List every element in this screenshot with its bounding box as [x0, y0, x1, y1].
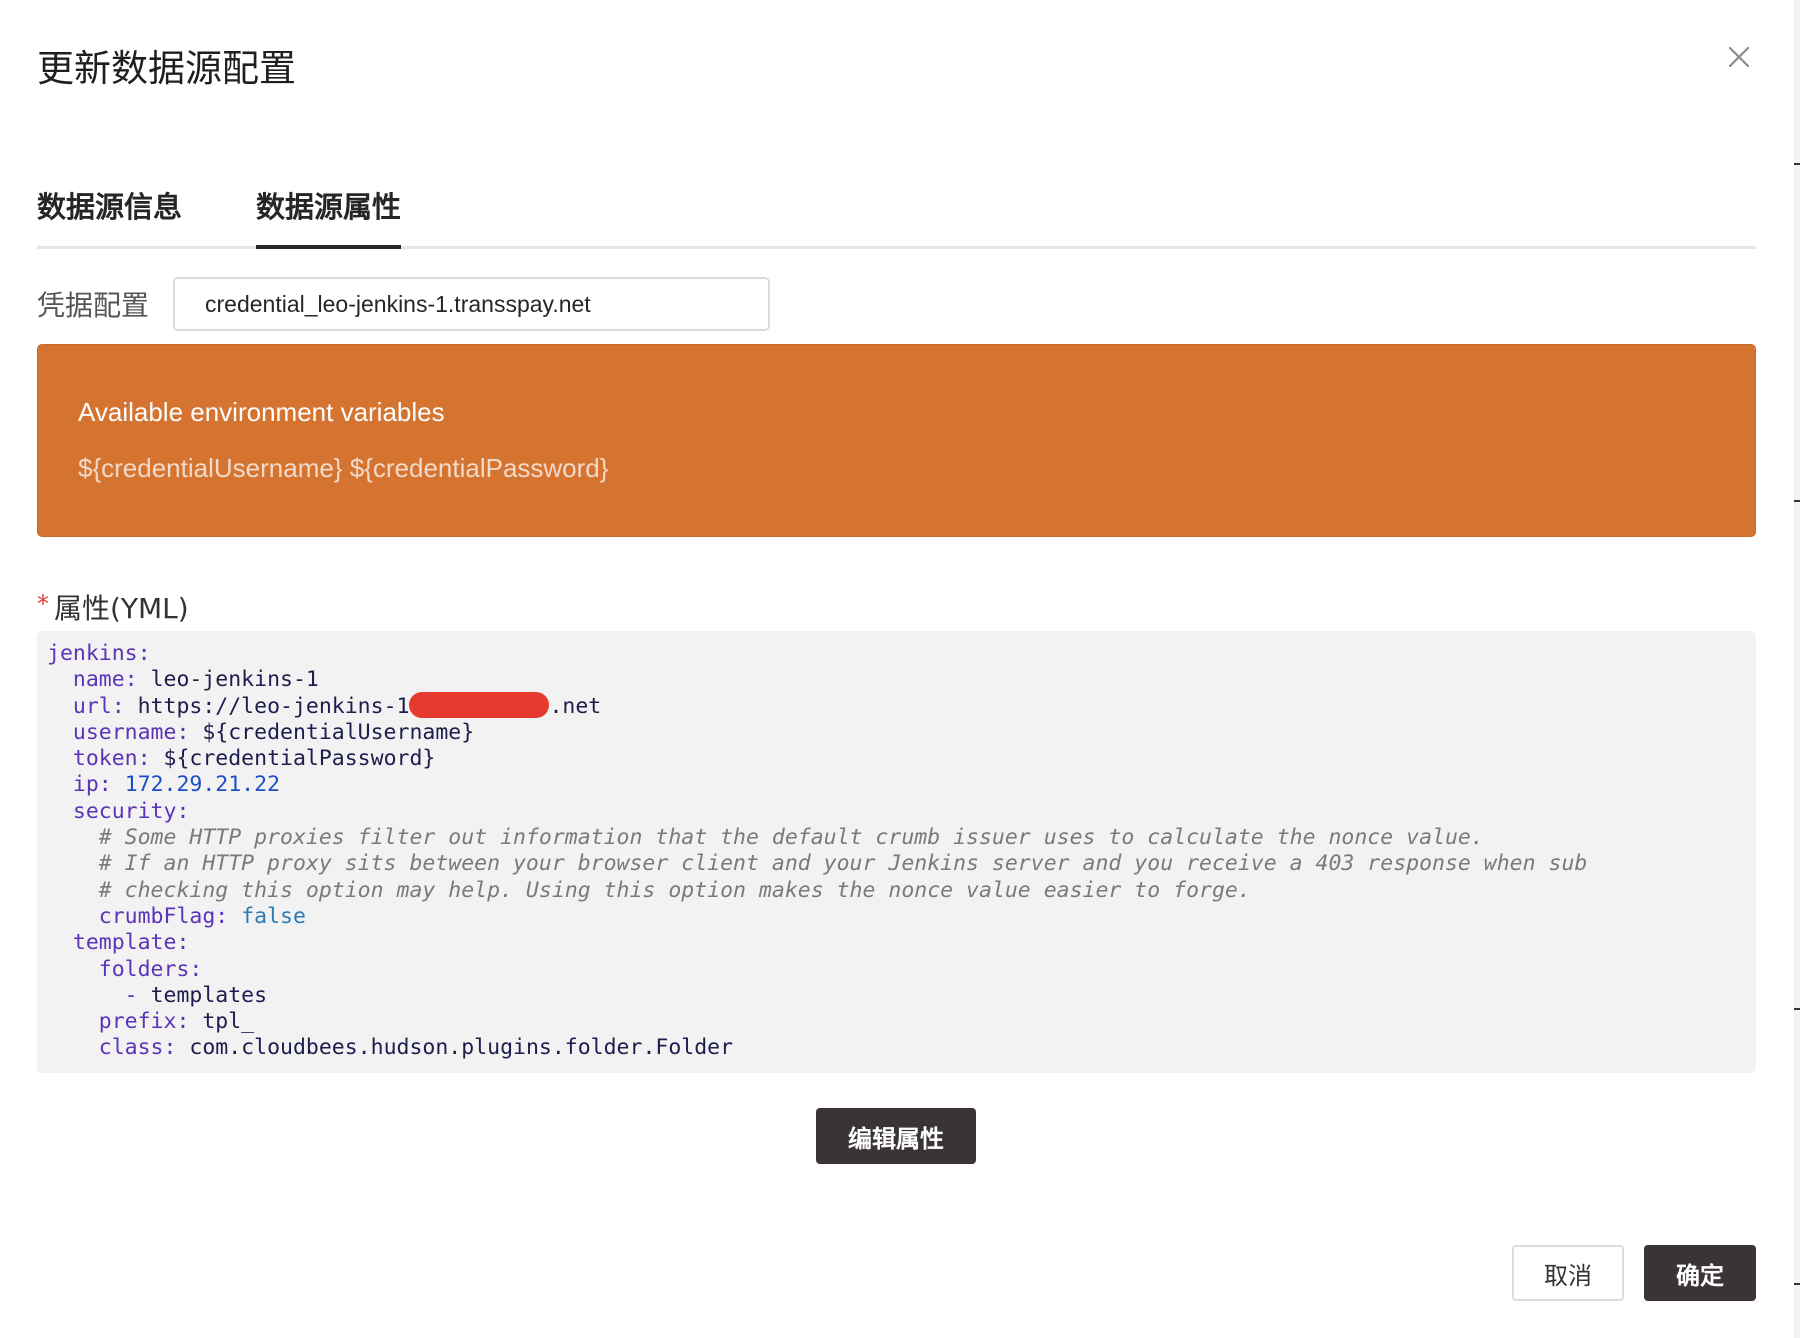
yaml-value: ${credentialPassword}: [163, 746, 436, 772]
yaml-key: class:: [98, 1035, 177, 1061]
yaml-key: folders:: [98, 956, 203, 982]
code-line: folders:: [47, 957, 1756, 983]
credential-input[interactable]: [173, 277, 770, 331]
code-line: # If an HTTP proxy sits between your bro…: [47, 851, 1756, 877]
code-line: prefix: tpl_: [47, 1009, 1756, 1035]
active-tab-indicator: [256, 245, 402, 249]
tab-datasource-info[interactable]: 数据源信息: [37, 184, 182, 246]
edge-tick: [1794, 500, 1800, 502]
edge-tick: [1794, 1008, 1800, 1010]
code-line: template:: [47, 930, 1756, 956]
env-variables-alert: Available environment variables ${creden…: [37, 344, 1756, 537]
redaction-mark: [409, 692, 550, 719]
code-line: # Some HTTP proxies filter out informati…: [47, 825, 1756, 851]
yaml-value: 172.29.21.22: [124, 772, 281, 798]
code-line: - templates: [47, 983, 1756, 1009]
tab-bar: 数据源信息 数据源属性: [37, 180, 1756, 249]
yaml-comment: # If an HTTP proxy sits between your bro…: [98, 851, 1588, 877]
code-line: security:: [47, 799, 1756, 825]
tab-datasource-properties[interactable]: 数据源属性: [256, 184, 402, 249]
yaml-key: prefix:: [98, 1009, 190, 1035]
code-line: url: https://leo-jenkins-1 .net: [47, 692, 1756, 720]
yaml-value: false: [241, 903, 306, 929]
yaml-key: token:: [72, 746, 151, 772]
yaml-comment: # checking this option may help. Using t…: [98, 877, 1251, 903]
code-line: name: leo-jenkins-1: [47, 667, 1756, 693]
credential-label: 凭据配置: [37, 289, 150, 322]
alert-description: ${credentialUsername} ${credentialPasswo…: [78, 453, 609, 483]
yaml-value: tpl_: [202, 1009, 255, 1035]
yaml-key: ip:: [72, 772, 112, 798]
yaml-value: templates: [150, 982, 268, 1008]
code-line: # checking this option may help. Using t…: [47, 878, 1756, 904]
yaml-value: leo-jenkins-1: [150, 667, 319, 693]
scrollbar-edge: [1794, 0, 1800, 1338]
yaml-value: https://leo-jenkins-1: [137, 693, 410, 719]
tab-label: 数据源属性: [256, 190, 402, 224]
code-line: crumbFlag: false: [47, 904, 1756, 930]
yaml-code-viewer[interactable]: jenkins: name: leo-jenkins-1 url: https:…: [37, 631, 1756, 1073]
alert-title: Available environment variables: [78, 397, 445, 427]
yaml-key: template:: [72, 930, 190, 956]
properties-label: 属性(YML): [54, 592, 189, 625]
cancel-button[interactable]: 取消: [1512, 1245, 1624, 1301]
yaml-dash: -: [124, 982, 138, 1008]
edge-tick: [1794, 1283, 1800, 1285]
yaml-key: security:: [72, 798, 190, 824]
tab-label: 数据源信息: [37, 190, 183, 224]
required-mark: *: [37, 590, 49, 618]
dialog-title: 更新数据源配置: [37, 47, 296, 90]
code-line: jenkins:: [47, 641, 1756, 667]
confirm-button[interactable]: 确定: [1644, 1245, 1756, 1301]
yaml-key: jenkins:: [47, 641, 151, 666]
yaml-value: ${credentialUsername}: [202, 719, 475, 745]
edit-properties-button[interactable]: 编辑属性: [816, 1108, 976, 1164]
yaml-key: name:: [72, 667, 138, 693]
close-button[interactable]: [1722, 40, 1756, 74]
code-line: username: ${credentialUsername}: [47, 720, 1756, 746]
yaml-value: com.cloudbees.hudson.plugins.folder.Fold…: [189, 1035, 734, 1061]
code-line: class: com.cloudbees.hudson.plugins.fold…: [47, 1035, 1756, 1061]
close-icon: [1728, 46, 1750, 68]
code-line: ip: 172.29.21.22: [47, 772, 1756, 798]
yaml-key: url:: [72, 693, 125, 719]
yaml-comment: # Some HTTP proxies filter out informati…: [98, 825, 1484, 851]
edge-tick: [1794, 163, 1800, 165]
yaml-key: crumbFlag:: [98, 903, 229, 929]
code-line: token: ${credentialPassword}: [47, 746, 1756, 772]
yaml-value: .net: [549, 693, 602, 719]
yaml-key: username:: [72, 719, 190, 745]
